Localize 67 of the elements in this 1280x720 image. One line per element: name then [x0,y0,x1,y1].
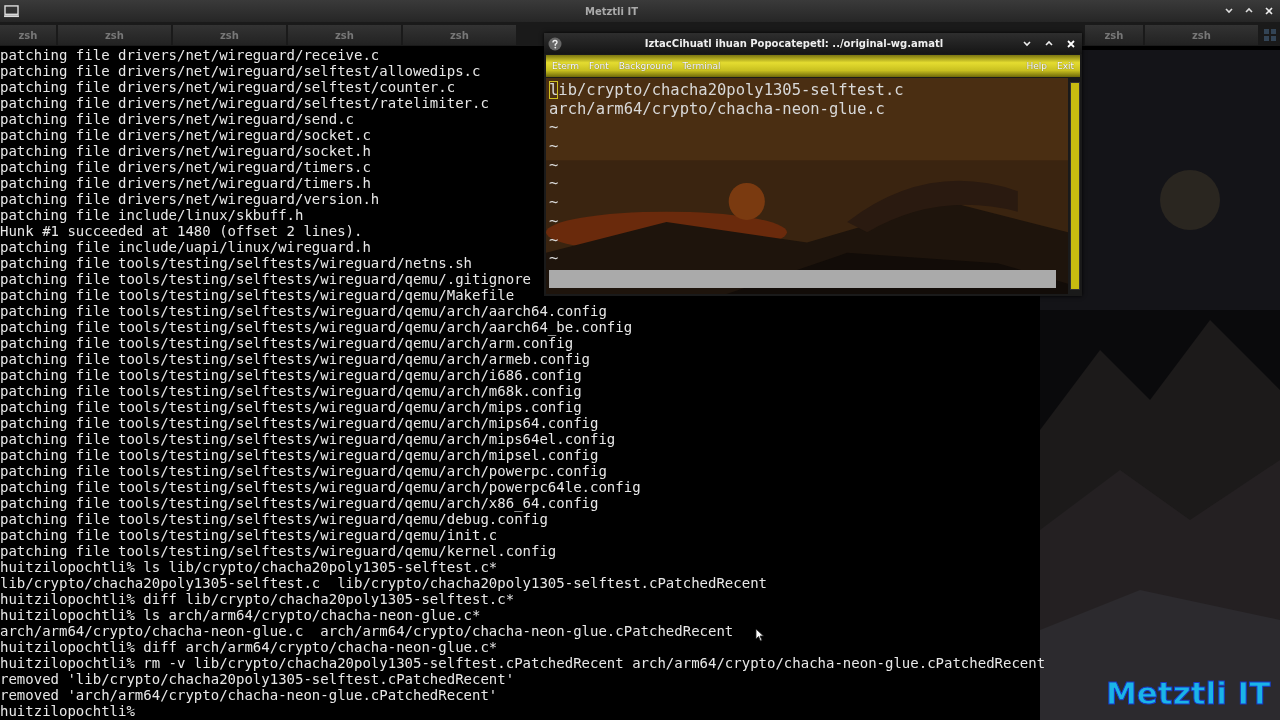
editor-line: arch/arm64/crypto/chacha-neon-glue.c [549,99,885,119]
editor-line: ~ [549,137,559,156]
terminal-tab[interactable]: zsh [403,25,516,45]
editor-line: lib/crypto/chacha20poly1305-selftest.c [549,81,904,100]
terminal-line: patching file tools/testing/selftests/wireguard/netns.sh [0,255,472,271]
terminal-line: patching file drivers/net/wireguard/timers.h [0,175,371,191]
terminal-line: patching file include/linux/skbuff.h [0,207,304,223]
mouse-pointer-icon [755,628,765,642]
terminal-tab[interactable]: zsh [0,25,56,45]
terminal-line: patching file tools/testing/selftests/wireguard/qemu/arch/i686.config [0,367,582,383]
editor-line: ~ [549,174,559,194]
editor-line: ~ [549,249,559,268]
terminal-line: patching file drivers/net/wireguard/receive.c [0,47,380,63]
terminal-line: patching file tools/testing/selftests/wireguard/qemu/arch/powerpc.config [0,463,607,479]
terminal-line: patching file drivers/net/wireguard/timers.c [0,159,371,175]
terminal-icon[interactable] [4,4,19,18]
terminal-tab[interactable]: zsh [288,25,401,45]
terminal-line: huitzilopochtli% diff arch/arm64/crypto/chacha-neon-glue.c* [0,639,498,655]
terminal-line: patching file tools/testing/selftests/wireguard/qemu/arch/m68k.config [0,383,582,399]
terminal-line: patching file drivers/net/wireguard/selftest/counter.c [0,79,456,95]
terminal-line: removed 'lib/crypto/chacha20poly1305-selftest.cPatchedRecent' [0,671,515,687]
terminal-line: patching file tools/testing/selftests/wireguard/qemu/debug.config [0,511,548,527]
editor-line: ~ [549,155,559,175]
terminal-tab[interactable]: zsh [1085,25,1143,45]
close-icon[interactable] [1264,6,1274,16]
terminal-line: patching file tools/testing/selftests/wireguard/qemu/arch/mips.config [0,399,582,415]
terminal-line: removed 'arch/arm64/crypto/chacha-neon-glue.cPatchedRecent' [0,687,498,703]
terminal-tab[interactable]: zsh [58,25,171,45]
chevron-down-icon[interactable] [1022,38,1032,49]
chevron-down-icon[interactable] [1224,6,1234,16]
terminal-line: patching file tools/testing/selftests/wireguard/qemu/arch/mipsel.config [0,447,599,463]
terminal-line: huitzilopochtli% ls arch/arm64/crypto/chacha-neon-glue.c* [0,607,481,623]
terminal-line: patching file drivers/net/wireguard/version.h [0,191,380,207]
editor-line: ~ [549,230,559,250]
terminal-line: patching file drivers/net/wireguard/socket.h [0,143,371,159]
terminal-tab[interactable]: zsh [173,25,286,45]
terminal-line: patching file drivers/net/wireguard/send.c [0,111,354,127]
terminal-line: patching file tools/testing/selftests/wireguard/qemu/arch/mips64el.config [0,431,616,447]
terminal-line: patching file tools/testing/selftests/wireguard/qemu/arch/powerpc64le.config [0,479,641,495]
terminal-line: huitzilopochtli% diff lib/crypto/chacha20poly1305-selftest.c* [0,591,515,607]
terminal-line: Hunk #1 succeeded at 1480 (offset 2 lines). [0,223,363,239]
help-icon[interactable] [548,36,562,51]
window-title: IztacCihuatl ihuan Popocatepetl: ../original-wg.amatl [643,38,945,49]
terminal-line: huitzilopochtli% [0,703,135,719]
terminal-line: patching file drivers/net/wireguard/socket.c [0,127,371,143]
terminal-line: huitzilopochtli% ls lib/crypto/chacha20poly1305-selftest.c* [0,559,498,575]
editor-line: ~ [549,118,559,138]
terminal-line: patching file tools/testing/selftests/wireguard/qemu/Makefile [0,287,515,303]
terminal-line: patching file tools/testing/selftests/wireguard/qemu/arch/aarch64.config [0,303,607,319]
terminal-line: huitzilopochtli% rm -v lib/crypto/chacha20poly1305-selftest.cPatchedRecent arch/arm64/crypto/chacha-neon-glue.cPatchedRecent [0,655,1046,671]
terminal-line: patching file tools/testing/selftests/wireguard/qemu/arch/armeb.config [0,351,590,367]
terminal-line: patching file tools/testing/selftests/wireguard/qemu/arch/arm.config [0,335,574,351]
terminal-line: patching file drivers/net/wireguard/selftest/allowedips.c [0,63,481,79]
editor-line: ~ [549,211,559,231]
window-title: Metztli IT [584,5,639,17]
terminal-line: arch/arm64/crypto/chacha-neon-glue.c arch/arm64/crypto/chacha-neon-glue.cPatchedRecent [0,623,734,639]
terminal-line: patching file tools/testing/selftests/wireguard/qemu/init.c [0,527,498,543]
terminal-line: patching file tools/testing/selftests/wireguard/qemu/arch/mips64.config [0,415,599,431]
terminal-line: patching file tools/testing/selftests/wireguard/qemu/kernel.config [0,543,557,559]
terminal-line: patching file drivers/net/wireguard/selftest/ratelimiter.c [0,95,489,111]
terminal-line: patching file include/uapi/linux/wireguard.h [0,239,371,255]
terminal-line: lib/crypto/chacha20poly1305-selftest.c lib/crypto/chacha20poly1305-selftest.cPatchedRecent [0,575,767,591]
terminal-tab[interactable]: zsh [1145,25,1258,45]
terminal-line: patching file tools/testing/selftests/wireguard/qemu/arch/aarch64_be.config [0,319,633,335]
editor-line: ~ [549,193,559,212]
terminal-line: patching file tools/testing/selftests/wireguard/qemu/arch/x86_64.config [0,495,599,511]
terminal-line: patching file tools/testing/selftests/wireguard/qemu/.gitignore [0,271,531,287]
